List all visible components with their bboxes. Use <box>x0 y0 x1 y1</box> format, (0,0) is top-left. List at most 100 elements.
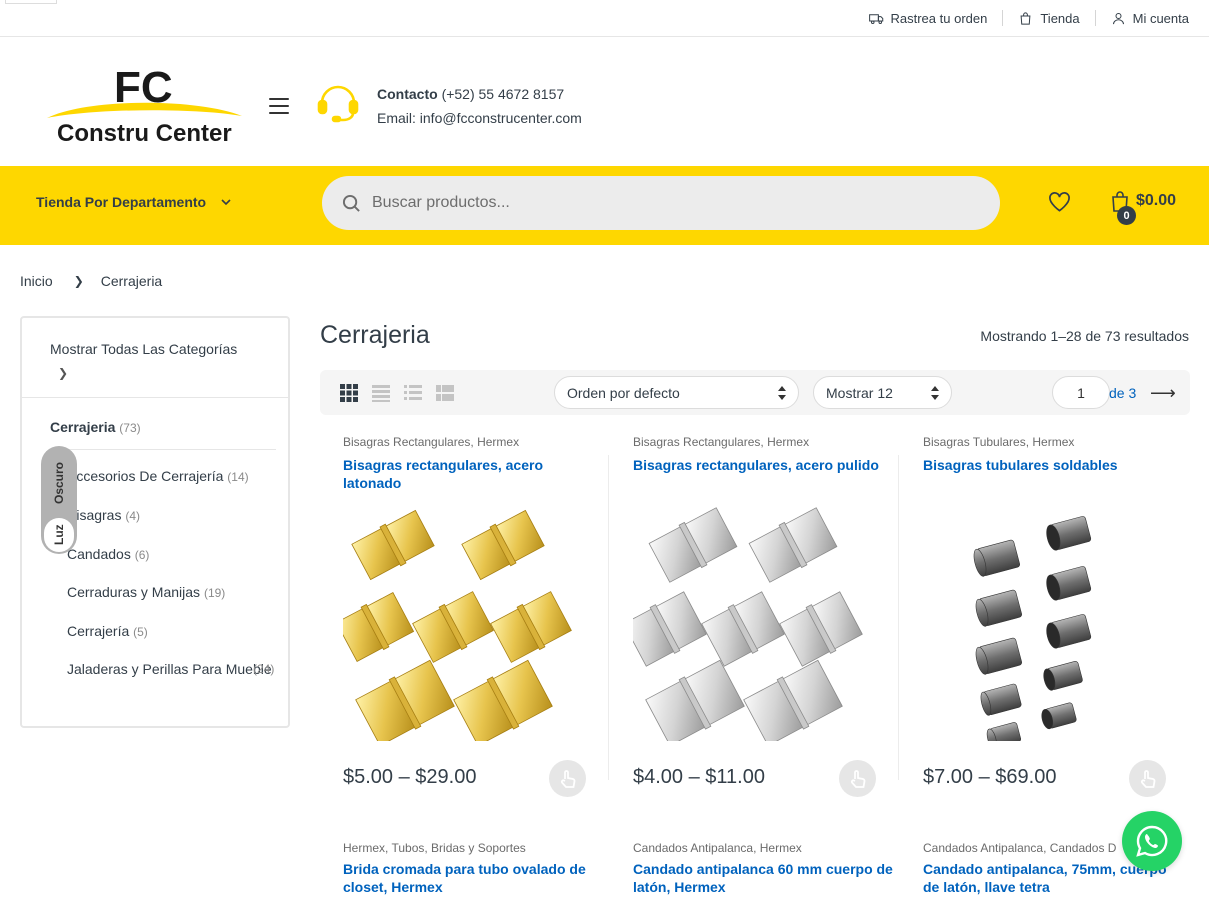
sidebar-item-count: (14) <box>227 470 249 484</box>
show-all-label: Mostrar Todas Las Categorías <box>50 341 238 357</box>
mini-cart[interactable]: 0 $0.00 <box>1110 190 1176 225</box>
headset-icon <box>317 85 359 123</box>
large-grid-view-icon[interactable] <box>372 384 390 402</box>
current-category-count: (73) <box>119 421 141 435</box>
product-title[interactable]: Bisagras tubulares soldables <box>923 456 1183 474</box>
departments-label: Tienda Por Departamento <box>36 194 207 210</box>
shop-label: Tienda <box>1040 10 1080 26</box>
product-image-brass-hinges[interactable] <box>343 505 585 741</box>
departments-dropdown[interactable]: Tienda Por Departamento <box>36 194 232 210</box>
logo-constru-text: Constru Center <box>57 120 232 146</box>
breadcrumb-home-link[interactable]: Inicio <box>20 273 53 289</box>
column-divider <box>608 455 609 780</box>
chevron-down-icon <box>221 199 231 206</box>
search-bar <box>322 176 1000 230</box>
primary-nav-bar: Tienda Por Departamento 0 $0.00 <box>0 166 1209 245</box>
grid-view-icon[interactable] <box>340 384 358 402</box>
chevron-right-icon: ❯ <box>58 366 69 380</box>
product-title[interactable]: Candado antipalanca 60 mm cuerpo de lató… <box>633 860 893 896</box>
top-bar: Rastrea tu orden Tienda Mi cuenta <box>0 0 1209 37</box>
product-title[interactable]: Brida cromada para tubo ovalado de close… <box>343 860 603 896</box>
next-page-arrow[interactable]: ⟶ <box>1150 383 1176 404</box>
light-mode-label[interactable]: Luz <box>44 518 74 552</box>
sidebar-item-jaladeras[interactable]: Jaladeras y Perillas Para Mueble (24) <box>67 657 277 681</box>
track-order-link[interactable]: Rastrea tu orden <box>854 11 1003 26</box>
wishlist-heart-icon[interactable] <box>1048 191 1071 213</box>
orderby-select[interactable]: Orden por defecto <box>554 376 799 409</box>
site-logo[interactable]: FC Constru Center <box>47 63 242 147</box>
product-title[interactable]: Bisagras rectangulares, acero pulido <box>633 456 893 474</box>
list-view-icon[interactable] <box>404 384 422 402</box>
per-page-value: Mostrar 12 <box>826 384 893 401</box>
sidebar-item-label: Cerrajería <box>67 623 130 639</box>
product-image-steel-hinges[interactable] <box>633 505 875 741</box>
product-price: $5.00 – $29.00 <box>343 766 477 788</box>
my-account-link[interactable]: Mi cuenta <box>1096 11 1189 26</box>
truck-icon <box>868 13 883 24</box>
add-to-cart-button[interactable] <box>1129 760 1166 797</box>
sidebar-item-count: (6) <box>134 548 150 562</box>
product-categories[interactable]: Bisagras Tubulares, Hermex <box>923 435 1074 449</box>
product-categories[interactable]: Bisagras Rectangulares, Hermex <box>343 435 519 449</box>
product-categories[interactable]: Hermex, Tubos, Bridas y Soportes <box>343 841 526 855</box>
product-title[interactable]: Bisagras rectangulares, acero latonado <box>343 456 603 492</box>
product-categories[interactable]: Bisagras Rectangulares, Hermex <box>633 435 809 449</box>
search-input[interactable] <box>372 194 972 212</box>
sidebar-item-cerrajeria[interactable]: Cerrajería (5) <box>67 619 148 644</box>
sidebar-item-candados[interactable]: Candados (6) <box>67 542 149 567</box>
dark-mode-label[interactable]: Oscuro <box>41 456 77 510</box>
updown-arrow-icon <box>778 386 786 400</box>
current-category-label: Cerrajeria <box>50 419 116 435</box>
product-image-tubular-hinges[interactable] <box>923 505 1165 741</box>
divider <box>22 397 288 398</box>
page-number-input[interactable]: 1 <box>1052 376 1110 409</box>
user-icon <box>1112 12 1124 24</box>
hand-pointer-icon <box>1140 769 1155 788</box>
contact-label: Contacto <box>377 86 438 102</box>
current-category[interactable]: Cerrajeria (73) <box>50 419 141 435</box>
chevron-right-icon: ❯ <box>73 274 84 288</box>
shopping-bag-icon <box>1020 11 1031 25</box>
product-categories[interactable]: Candados Antipalanca, Hermex <box>633 841 802 855</box>
updown-arrow-icon <box>931 386 939 400</box>
per-page-select[interactable]: Mostrar 12 <box>813 376 952 409</box>
breadcrumb: Inicio ❯ Cerrajeria <box>20 273 162 289</box>
track-order-label: Rastrea tu orden <box>890 10 988 26</box>
column-divider <box>898 455 899 780</box>
page-title: Cerrajeria <box>320 321 430 349</box>
search-icon[interactable] <box>342 194 361 213</box>
result-count: Mostrando 1–28 de 73 resultados <box>980 328 1189 344</box>
add-to-cart-button[interactable] <box>549 760 586 797</box>
sidebar-item-bisagras[interactable]: Bisagras (4) <box>67 503 140 528</box>
contact-phone: (+52) 55 4672 8157 <box>441 86 565 102</box>
orderby-value: Orden por defecto <box>567 384 680 401</box>
hand-pointer-icon <box>560 769 575 788</box>
contact-email: Email: info@fcconstrucenter.com <box>377 110 582 126</box>
breadcrumb-current: Cerrajeria <box>100 273 163 289</box>
sidebar-item-cerraduras[interactable]: Cerraduras y Manijas (19) <box>67 580 225 605</box>
hand-pointer-icon <box>850 769 865 788</box>
product-price: $4.00 – $11.00 <box>633 766 765 788</box>
sidebar-item-label: Jaladeras y Perillas Para Mueble <box>67 661 272 677</box>
shop-toolbar: Orden por defecto Mostrar 12 1 de 3 ⟶ <box>320 370 1190 415</box>
menu-hamburger-button[interactable] <box>269 98 289 114</box>
sidebar-item-accesorios[interactable]: Accesorios De Cerrajería (14) <box>67 464 249 489</box>
list-small-view-icon[interactable] <box>436 384 454 402</box>
product-price: $7.00 – $69.00 <box>923 766 1057 788</box>
view-switcher <box>340 384 454 402</box>
page-total: de 3 <box>1109 385 1137 401</box>
shop-link[interactable]: Tienda <box>1003 11 1094 26</box>
sidebar-item-label: Accesorios De Cerrajería <box>67 468 224 484</box>
product-categories[interactable]: Candados Antipalanca, Candados D <box>923 841 1116 855</box>
tab-stub <box>5 0 57 4</box>
add-to-cart-button[interactable] <box>839 760 876 797</box>
sidebar-item-count: (5) <box>133 625 148 639</box>
sidebar-item-count: (19) <box>203 586 226 600</box>
dark-mode-toggle[interactable]: Oscuro Luz <box>41 446 77 554</box>
top-links: Rastrea tu orden Tienda Mi cuenta <box>854 10 1189 26</box>
show-all-categories-link[interactable]: Mostrar Todas Las Categorías ❯ <box>50 337 237 385</box>
sidebar-item-label: Candados <box>67 546 131 562</box>
sidebar-item-label: Cerraduras y Manijas <box>67 584 201 600</box>
contact-info: Contacto (+52) 55 4672 8157 Email: info@… <box>377 82 582 130</box>
whatsapp-chat-button[interactable] <box>1122 811 1182 871</box>
